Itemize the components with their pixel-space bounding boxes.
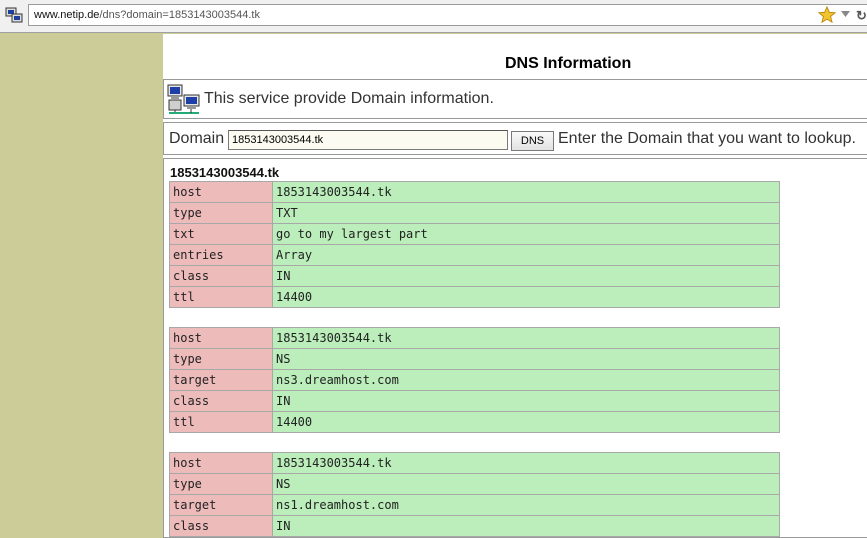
domain-label: Domain [169, 130, 225, 147]
record-value: 1853143003544.tk [272, 452, 780, 474]
reload-icon[interactable]: ↻ [856, 8, 867, 24]
record-key: host [169, 452, 273, 474]
dns-record-table: host 1853143003544.tk type NS target ns1.dr… [169, 452, 780, 537]
record-key: target [169, 369, 273, 391]
record-value: Array [272, 244, 780, 266]
record-key: host [169, 181, 273, 203]
record-key: ttl [169, 411, 273, 433]
page-content: DNS Information This service provide Dom… [163, 34, 867, 538]
domain-input[interactable] [228, 130, 508, 150]
table-row: type NS [169, 348, 780, 370]
record-key: type [169, 473, 273, 495]
dns-record-table: host 1853143003544.tk type NS target ns3.dr… [169, 327, 780, 433]
table-row: target ns3.dreamhost.com [169, 369, 780, 391]
table-row: txt go to my largest part [169, 223, 780, 245]
url-path: /dns?domain=1853143003544.tk [99, 9, 260, 21]
table-row: target ns1.dreamhost.com [169, 494, 780, 516]
table-row: type NS [169, 473, 780, 495]
record-value: 1853143003544.tk [272, 327, 780, 349]
table-row: ttl 14400 [169, 411, 780, 433]
table-row: class IN [169, 515, 780, 537]
table-row: type TXT [169, 202, 780, 224]
network-computers-icon [167, 84, 200, 114]
record-value: 14400 [272, 411, 780, 433]
dropdown-icon[interactable] [841, 10, 850, 18]
results-domain-heading: 1853143003544.tk [170, 165, 280, 180]
record-value: TXT [272, 202, 780, 224]
url-host: www.netip.de [34, 9, 100, 21]
dns-record-table: host 1853143003544.tk type TXT txt go to my… [169, 181, 780, 308]
table-row: host 1853143003544.tk [169, 452, 780, 474]
table-row: host 1853143003544.tk [169, 181, 780, 203]
browser-toolbar: www.netip.de/dns?domain=1853143003544.tk… [0, 0, 867, 33]
record-value: IN [272, 515, 780, 537]
record-value: IN [272, 390, 780, 412]
record-key: type [169, 202, 273, 224]
record-value: 14400 [272, 286, 780, 308]
record-key: ttl [169, 286, 273, 308]
dns-lookup-button[interactable]: DNS [511, 131, 554, 151]
table-row: entries Array [169, 244, 780, 266]
service-info-box: This service provide Domain information. [163, 79, 867, 119]
record-value: go to my largest part [272, 223, 780, 245]
page-title: DNS Information [505, 55, 632, 72]
lookup-hint: Enter the Domain that you want to lookup… [558, 130, 856, 147]
record-value: ns1.dreamhost.com [272, 494, 780, 516]
table-row: ttl 14400 [169, 286, 780, 308]
star-icon[interactable] [818, 6, 836, 24]
record-value: IN [272, 265, 780, 287]
record-value: ns3.dreamhost.com [272, 369, 780, 391]
results-panel: 1853143003544.tk host 1853143003544.tk ty… [163, 158, 867, 538]
site-icon [5, 7, 23, 23]
service-description: This service provide Domain information. [204, 90, 494, 107]
record-value: 1853143003544.tk [272, 181, 780, 203]
record-key: class [169, 390, 273, 412]
record-key: class [169, 515, 273, 537]
record-key: class [169, 265, 273, 287]
record-key: entries [169, 244, 273, 266]
table-row: class IN [169, 390, 780, 412]
lookup-form: Domain DNS Enter the Domain that you wan… [163, 122, 867, 155]
record-value: NS [272, 473, 780, 495]
record-key: txt [169, 223, 273, 245]
table-row: class IN [169, 265, 780, 287]
record-key: target [169, 494, 273, 516]
record-key: type [169, 348, 273, 370]
url-input[interactable]: www.netip.de/dns?domain=1853143003544.tk [28, 4, 867, 26]
record-key: host [169, 327, 273, 349]
table-row: host 1853143003544.tk [169, 327, 780, 349]
record-value: NS [272, 348, 780, 370]
